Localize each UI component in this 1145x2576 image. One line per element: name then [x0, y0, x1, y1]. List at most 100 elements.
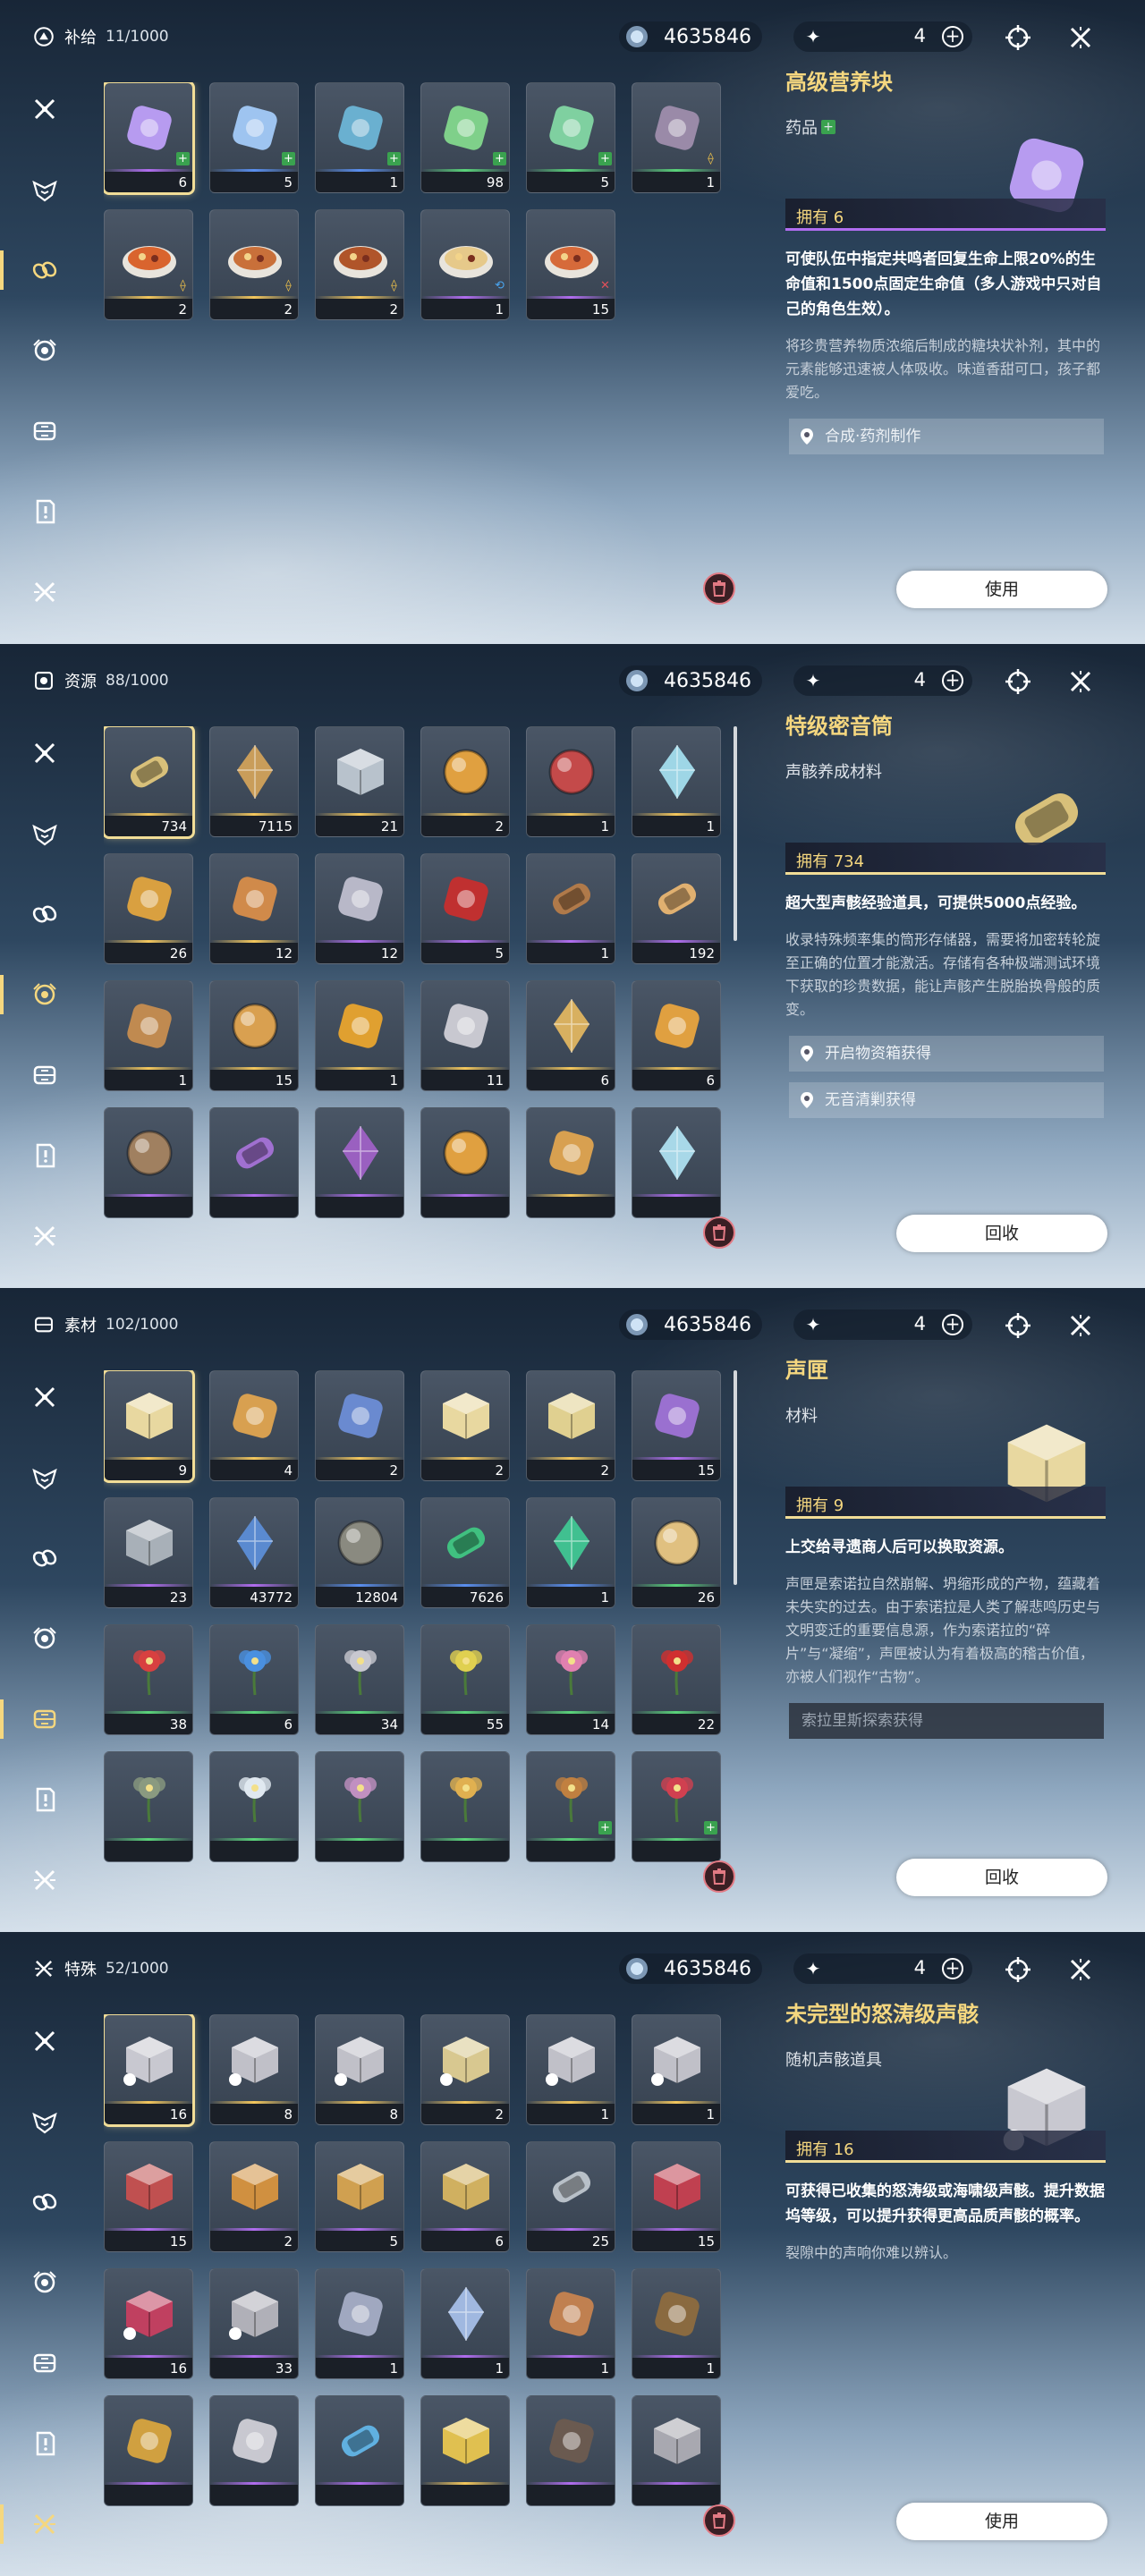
sidebar-tab[interactable]	[23, 250, 66, 290]
item-slot[interactable]: 1	[315, 980, 404, 1091]
acquisition-source-button[interactable]: 合成·药剂制作	[789, 419, 1104, 454]
item-slot[interactable]: 15	[104, 2141, 193, 2252]
track-button[interactable]	[1002, 21, 1034, 54]
close-button[interactable]	[1064, 1309, 1097, 1342]
add-lunite-button[interactable]: +	[942, 26, 963, 47]
add-lunite-button[interactable]: +	[942, 1314, 963, 1335]
primary-action-button[interactable]: 回收	[896, 1859, 1107, 1896]
sidebar-tab[interactable]	[23, 975, 66, 1014]
item-slot[interactable]: 2 ⟠	[209, 209, 299, 320]
item-slot[interactable]	[526, 1107, 615, 1218]
item-slot[interactable]: 1	[526, 2268, 615, 2379]
grid-scrollbar[interactable]	[734, 726, 737, 941]
sidebar-tab[interactable]	[23, 1780, 66, 1819]
discard-button[interactable]	[703, 1216, 735, 1249]
item-slot[interactable]: 12	[209, 853, 299, 964]
item-slot[interactable]	[632, 1107, 721, 1218]
sidebar-tab[interactable]	[23, 1619, 66, 1658]
item-slot[interactable]: 1	[315, 2268, 404, 2379]
sidebar-tab[interactable]	[23, 2504, 66, 2544]
primary-action-button[interactable]: 使用	[896, 2503, 1107, 2540]
item-slot[interactable]	[420, 2395, 510, 2506]
sidebar-tab[interactable]	[23, 2182, 66, 2222]
item-slot[interactable]: 2 ⟠	[104, 209, 193, 320]
item-slot[interactable]: 4	[209, 1370, 299, 1481]
sidebar-tab[interactable]	[23, 1860, 66, 1900]
add-lunite-button[interactable]: +	[942, 670, 963, 691]
item-slot[interactable]: 38	[104, 1624, 193, 1735]
item-slot[interactable]: 1 ⟠	[632, 82, 721, 193]
item-slot[interactable]: 7115	[209, 726, 299, 837]
item-slot[interactable]	[526, 2395, 615, 2506]
sidebar-tab[interactable]	[23, 331, 66, 370]
track-button[interactable]	[1002, 1953, 1034, 1986]
item-slot[interactable]	[420, 1107, 510, 1218]
track-button[interactable]	[1002, 665, 1034, 698]
item-slot[interactable]: 1	[526, 1497, 615, 1608]
item-slot[interactable]: 16	[104, 2014, 195, 2127]
item-slot[interactable]: 21	[315, 726, 404, 837]
item-slot[interactable]	[209, 1107, 299, 1218]
sidebar-tab[interactable]	[23, 572, 66, 612]
item-slot[interactable]: 6	[526, 980, 615, 1091]
item-slot[interactable]: 1	[632, 2268, 721, 2379]
sidebar-tab[interactable]	[23, 1699, 66, 1739]
sidebar-tab[interactable]	[23, 2424, 66, 2463]
item-slot[interactable]: 2	[420, 726, 510, 837]
item-slot[interactable]	[632, 2395, 721, 2506]
sidebar-tab[interactable]	[23, 1458, 66, 1497]
item-slot[interactable]: 34	[315, 1624, 404, 1735]
sidebar-tab[interactable]	[23, 2343, 66, 2383]
item-slot[interactable]: 5	[420, 853, 510, 964]
primary-action-button[interactable]: 回收	[896, 1215, 1107, 1252]
item-slot[interactable]: 2	[420, 2014, 510, 2125]
item-slot[interactable]: 16	[104, 2268, 193, 2379]
item-slot[interactable]	[315, 1107, 404, 1218]
item-slot[interactable]: 5 +	[526, 82, 615, 193]
close-button[interactable]	[1064, 1953, 1097, 1986]
sidebar-tab[interactable]	[23, 733, 66, 773]
item-slot[interactable]: 98 +	[420, 82, 510, 193]
item-slot[interactable]: 22	[632, 1624, 721, 1735]
sidebar-tab[interactable]	[23, 2102, 66, 2141]
close-button[interactable]	[1064, 665, 1097, 698]
sidebar-tab[interactable]	[23, 89, 66, 129]
item-slot[interactable]: 11	[420, 980, 510, 1091]
grid-scrollbar[interactable]	[734, 1370, 737, 1585]
item-slot[interactable]: 1	[420, 2268, 510, 2379]
sidebar-tab[interactable]	[23, 492, 66, 531]
acquisition-source-button[interactable]: 索拉里斯探索获得	[789, 1703, 1104, 1739]
item-slot[interactable]	[104, 2395, 193, 2506]
item-slot[interactable]: 5	[315, 2141, 404, 2252]
item-slot[interactable]: 9	[104, 1370, 195, 1483]
item-slot[interactable]	[209, 1751, 299, 1862]
item-slot[interactable]: 6	[420, 2141, 510, 2252]
acquisition-source-button[interactable]: 开启物资箱获得	[789, 1036, 1104, 1072]
item-slot[interactable]: 26	[632, 1497, 721, 1608]
close-button[interactable]	[1064, 21, 1097, 54]
sidebar-tab[interactable]	[23, 1055, 66, 1095]
sidebar-tab[interactable]	[23, 170, 66, 209]
item-slot[interactable]: 1	[104, 980, 193, 1091]
item-slot[interactable]: 7626	[420, 1497, 510, 1608]
item-slot[interactable]: 1	[526, 853, 615, 964]
item-slot[interactable]: 55	[420, 1624, 510, 1735]
item-slot[interactable]	[104, 1107, 193, 1218]
item-slot[interactable]: 26	[104, 853, 193, 964]
item-slot[interactable]: 1 +	[315, 82, 404, 193]
item-slot[interactable]: 12804	[315, 1497, 404, 1608]
item-slot[interactable]	[104, 1751, 193, 1862]
item-slot[interactable]: 1 ⟲	[420, 209, 510, 320]
item-slot[interactable]: 2	[315, 1370, 404, 1481]
item-slot[interactable]: 43772	[209, 1497, 299, 1608]
item-slot[interactable]: 12	[315, 853, 404, 964]
item-slot[interactable]: 8	[209, 2014, 299, 2125]
sidebar-tab[interactable]	[23, 411, 66, 451]
sidebar-tab[interactable]	[23, 1538, 66, 1578]
item-slot[interactable]: 14	[526, 1624, 615, 1735]
item-slot[interactable]: 33	[209, 2268, 299, 2379]
item-slot[interactable]: 6 +	[104, 82, 195, 195]
item-slot[interactable]: 2 ⟠	[315, 209, 404, 320]
item-slot[interactable]: 6	[209, 1624, 299, 1735]
item-slot[interactable]: +	[526, 1751, 615, 1862]
